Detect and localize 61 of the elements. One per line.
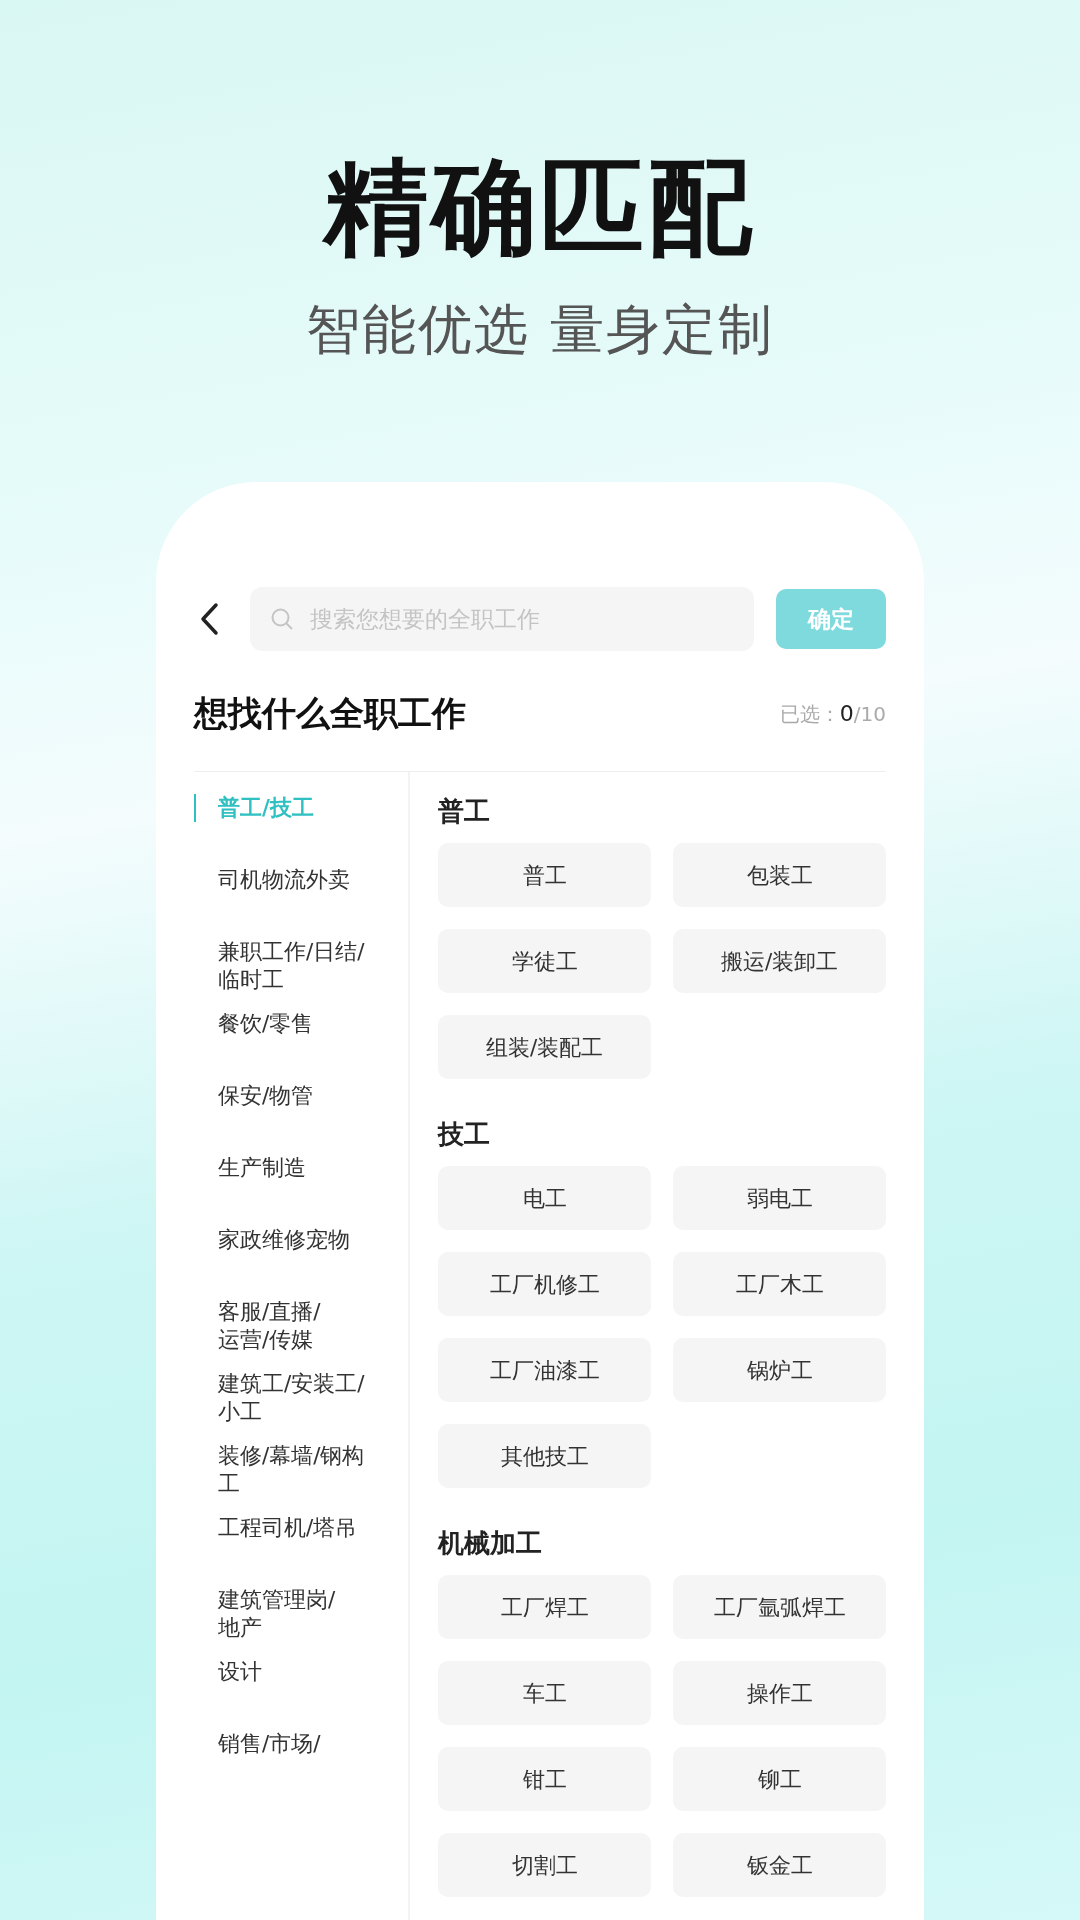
category-item[interactable]: 家政维修宠物 (194, 1226, 408, 1255)
category-label: 装修/幕墙/钢构 (218, 1442, 366, 1471)
category-label: 工 (218, 1470, 241, 1499)
subheadline: 智能优选 量身定制 (306, 297, 774, 364)
back-icon[interactable] (198, 602, 220, 637)
category-item[interactable]: 销售/市场/ (194, 1730, 408, 1759)
category-label: 生产制造 (218, 1154, 307, 1183)
job-chip[interactable]: 工厂氩弧焊工 (673, 1575, 886, 1640)
category-label: 销售/市场/ (218, 1730, 322, 1759)
job-chip[interactable]: 钣金工 (673, 1833, 886, 1898)
group-title: 普工 (438, 795, 491, 829)
category-item[interactable]: 司机物流外卖 (194, 866, 408, 895)
job-chip[interactable]: 锅炉工 (673, 1338, 886, 1403)
category-label: 运营/传媒 (218, 1326, 315, 1355)
job-chip[interactable]: 弱电工 (673, 1166, 886, 1231)
headline: 精确匹配 (324, 150, 756, 265)
category-label: 建筑工/安装工/ (218, 1370, 366, 1399)
category-item[interactable]: 餐饮/零售 (194, 1010, 408, 1039)
category-label: 地产 (218, 1614, 263, 1643)
job-chip[interactable]: 操作工 (673, 1661, 886, 1726)
page-title: 想找什么全职工作 (194, 692, 466, 736)
job-chip[interactable]: 工厂机修工 (438, 1252, 651, 1317)
category-item[interactable]: 生产制造 (194, 1154, 408, 1183)
search-icon (270, 607, 294, 632)
job-chip[interactable]: 包装工 (673, 843, 886, 908)
category-label: 保安/物管 (218, 1082, 315, 1111)
category-item[interactable]: 建筑工/安装工/ 小工 (194, 1370, 408, 1427)
category-label: 餐饮/零售 (218, 1010, 315, 1039)
category-label: 司机物流外卖 (218, 866, 351, 895)
category-label: 小工 (218, 1398, 263, 1427)
category-label: 设计 (218, 1658, 263, 1687)
category-item[interactable]: 设计 (194, 1658, 408, 1687)
category-label: 建筑管理岗/ (218, 1586, 337, 1615)
category-label: 临时工 (218, 966, 285, 995)
selection-count: 已选：0/10 (779, 700, 886, 728)
job-chip[interactable]: 其他技工 (438, 1424, 651, 1489)
category-item[interactable]: 装修/幕墙/钢构 工 (194, 1442, 408, 1499)
category-label: 普工/技工 (218, 794, 315, 823)
category-item[interactable]: 建筑管理岗/ 地产 (194, 1586, 408, 1643)
category-item[interactable]: 兼职工作/日结/ 临时工 (194, 938, 408, 995)
job-chip[interactable]: 铆工 (673, 1747, 886, 1812)
job-chip[interactable]: 学徒工 (438, 929, 651, 994)
category-label: 工程司机/塔吊 (218, 1514, 359, 1543)
job-chip[interactable]: 搬运/装卸工 (673, 929, 886, 994)
group-title: 机械加工 (438, 1527, 543, 1561)
group-title: 技工 (438, 1118, 491, 1152)
category-label: 家政维修宠物 (218, 1226, 351, 1255)
job-chip[interactable]: 车工 (438, 1661, 651, 1726)
category-item[interactable]: 保安/物管 (194, 1082, 408, 1111)
job-chip[interactable]: 钳工 (438, 1747, 651, 1812)
job-chip[interactable]: 普工 (438, 843, 651, 908)
job-chip[interactable]: 电工 (438, 1166, 651, 1231)
category-item[interactable]: 工程司机/塔吊 (194, 1514, 408, 1543)
job-chip[interactable]: 工厂木工 (673, 1252, 886, 1317)
job-chip[interactable]: 组装/装配工 (438, 1015, 651, 1080)
job-chip[interactable]: 切割工 (438, 1833, 651, 1898)
category-item[interactable]: 客服/直播/ 运营/传媒 (194, 1298, 408, 1355)
job-chip[interactable]: 工厂焊工 (438, 1575, 651, 1640)
job-chip[interactable]: 工厂油漆工 (438, 1338, 651, 1403)
category-label: 兼职工作/日结/ (218, 938, 366, 967)
category-label: 客服/直播/ (218, 1298, 322, 1327)
